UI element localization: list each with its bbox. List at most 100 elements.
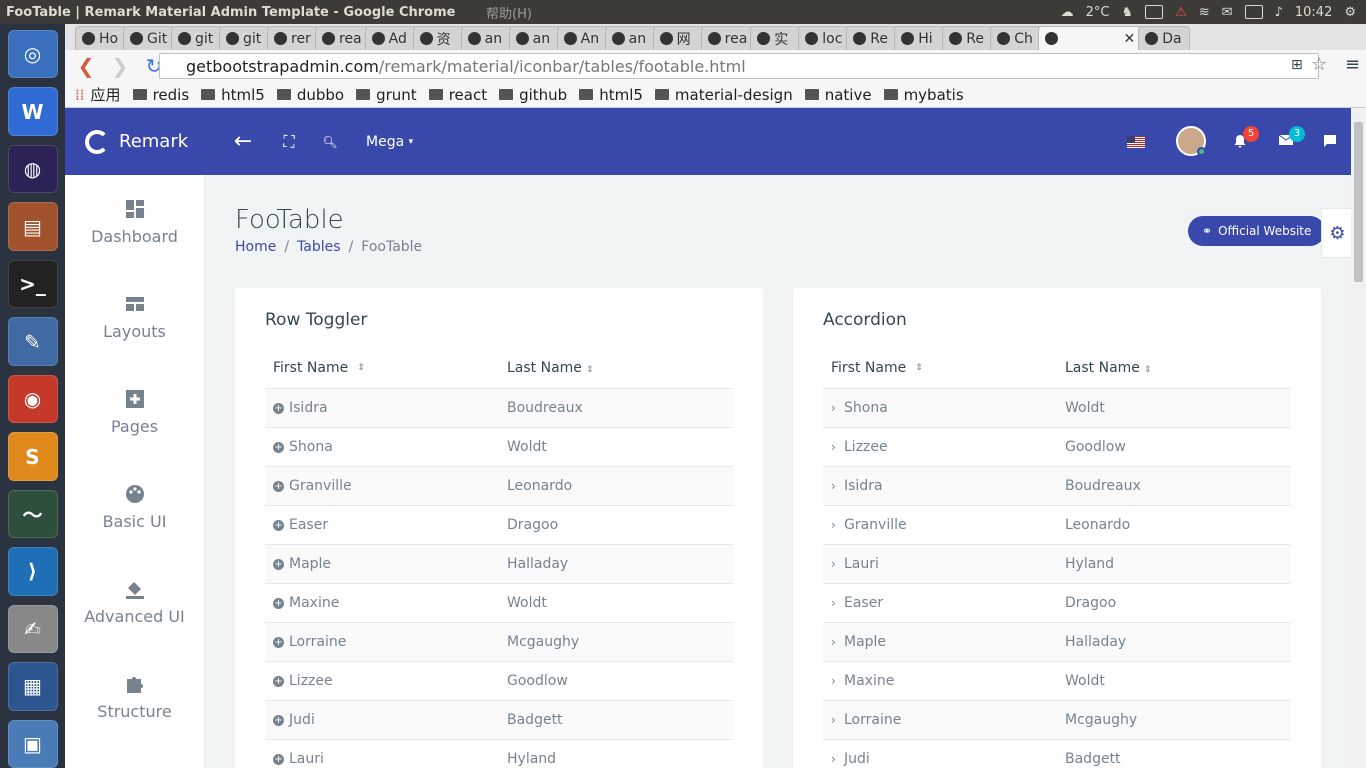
table-row[interactable]: › Maxine Woldt [823,662,1291,701]
sublime-icon[interactable]: S [7,432,58,481]
table-row[interactable]: + Shona Woldt [265,428,733,467]
mega-menu-button[interactable]: Mega ▾ [366,108,413,175]
browser-tab[interactable]: Da [1138,26,1191,50]
browser-tab[interactable]: Ad [364,26,417,50]
page-scrollbar[interactable] [1351,108,1366,768]
breadcrumb-tables[interactable]: Tables [297,239,341,255]
browser-tab[interactable]: git [219,26,271,50]
sidebar-item-layouts[interactable]: Layouts [65,270,204,365]
browser-tab[interactable]: loc [798,26,851,50]
mail-indicator-icon[interactable]: ✉ [1222,5,1233,20]
expand-row-icon[interactable]: + [273,441,284,453]
wps-writer-icon[interactable]: W [7,87,58,136]
table-row[interactable]: + Maxine Woldt [265,584,733,623]
browser-tab[interactable]: rea [315,26,369,50]
bookmark-item[interactable]: mybatis [883,86,964,104]
expand-row-icon[interactable]: + [273,636,284,648]
brand[interactable]: Remark [85,129,215,154]
table-row[interactable]: + Easer Dragoo [265,506,733,545]
sidebar-item-advanced-ui[interactable]: Advanced UI [65,555,204,650]
table-row[interactable]: + Granville Leonardo [265,467,733,506]
chevron-right-icon[interactable]: › [831,440,839,454]
browser-tab[interactable]: 网 [652,26,705,50]
volume-icon[interactable]: ♪ [1275,5,1283,20]
menu-help[interactable]: 帮助(H) [486,3,532,22]
column-header[interactable]: Last Name ⇕ [1057,360,1291,376]
battery-icon[interactable] [1244,5,1263,19]
chevron-right-icon[interactable]: › [831,596,839,610]
weather-temp[interactable]: 2°C [1086,5,1110,20]
expand-row-icon[interactable]: + [273,597,284,609]
browser-tab[interactable]: Ch [990,26,1043,50]
expand-row-icon[interactable]: + [273,753,284,765]
table-row[interactable]: + Lauri Hyland [265,740,733,768]
chevron-right-icon[interactable]: › [831,518,839,532]
chevron-right-icon[interactable]: › [831,752,839,766]
expand-row-icon[interactable]: + [273,714,284,726]
expand-row-icon[interactable]: + [273,558,284,570]
bookmark-item[interactable]: material-design [654,86,793,104]
chevron-right-icon[interactable]: › [831,557,839,571]
bookmark-item[interactable]: html5 [579,86,643,104]
bookmark-item[interactable]: native [804,86,872,104]
browser-tab[interactable]: git [171,26,223,50]
table-row[interactable]: › Lauri Hyland [823,545,1291,584]
bookmark-item[interactable]: redis [132,86,189,104]
table-row[interactable]: › Isidra Boudreaux [823,467,1291,506]
table-row[interactable]: › Easer Dragoo [823,584,1291,623]
table-row[interactable]: + Maple Halladay [265,545,733,584]
messages-mail-icon[interactable]: 3 [1278,126,1305,148]
qq-icon[interactable]: ♞ [1121,5,1133,20]
browser-tab[interactable]: 实 [750,26,803,50]
browser-tab[interactable]: an [460,26,513,50]
bookmark-item[interactable]: react [428,86,487,104]
browser-tab[interactable]: An [556,26,609,50]
back-icon[interactable]: ❮ [73,53,99,79]
ubuntu-icon[interactable]: ◎ [7,30,58,79]
browser-tab[interactable]: 资 [412,26,465,50]
table-row[interactable]: › Shona Woldt [823,389,1291,428]
bookmark-star-icon[interactable]: ☆ [1311,54,1327,75]
column-header[interactable]: Last Name ⇕ [499,360,733,376]
browser-tab[interactable]: Re [942,26,995,50]
scrollbar-thumb[interactable] [1354,122,1363,282]
table-row[interactable]: › Lizzee Goodlow [823,428,1291,467]
table-row[interactable]: › Maple Halladay [823,623,1291,662]
chevron-right-icon[interactable]: › [831,635,839,649]
notifications-bell-icon[interactable]: 5 [1233,126,1259,148]
wifi-icon[interactable]: ≋ [1199,5,1210,20]
chevron-right-icon[interactable]: › [831,479,839,493]
weather-icon[interactable]: ☁ [1061,5,1074,20]
settings-gear-icon[interactable]: ⚙ [1321,208,1351,258]
browser-tab[interactable]: Git [123,26,175,50]
browser-tab[interactable]: Hi [894,26,947,50]
sidebar-item-structure[interactable]: Structure [65,650,204,745]
table-row[interactable]: › Judi Badgett [823,740,1291,768]
chevron-right-icon[interactable]: › [831,401,839,415]
eclipse-icon[interactable]: ◍ [7,144,58,194]
table-row[interactable]: + Lizzee Goodlow [265,662,733,701]
table-row[interactable]: + Judi Badgett [265,701,733,740]
official-website-button[interactable]: ⚭ Official Website [1188,216,1326,246]
system-monitor-icon[interactable]: 〜 [7,489,58,539]
browser-tab[interactable]: rea [700,26,755,50]
table-row[interactable]: + Lorraine Mcgaughy [265,623,733,662]
sidebar-item-dashboard[interactable]: Dashboard [65,175,204,270]
fullscreen-icon[interactable]: ⛶ [279,108,299,175]
table-row[interactable]: › Lorraine Mcgaughy [823,701,1291,740]
table-row[interactable]: › Granville Leonardo [823,506,1291,545]
language-flag-icon[interactable] [1127,136,1145,148]
collapse-menu-icon[interactable]: ← [230,108,256,175]
sidebar-item-pages[interactable]: Pages [65,365,204,460]
translate-icon[interactable]: ⊞ [1291,57,1303,73]
power-icon[interactable]: ⚙ [1344,5,1356,20]
browser-tab[interactable]: ✕ [1038,26,1143,50]
image-viewer-icon[interactable]: ▣ [7,719,58,768]
bookmark-item[interactable]: dubbo [276,86,344,104]
browser-tab[interactable]: Ho [75,26,127,50]
warning-icon[interactable]: ⚠ [1175,5,1187,20]
search-icon[interactable]: 🔍︎ [322,108,337,175]
calendar-icon[interactable] [1145,5,1164,19]
browser-tab[interactable]: Re [846,26,899,50]
avatar[interactable] [1176,126,1206,156]
